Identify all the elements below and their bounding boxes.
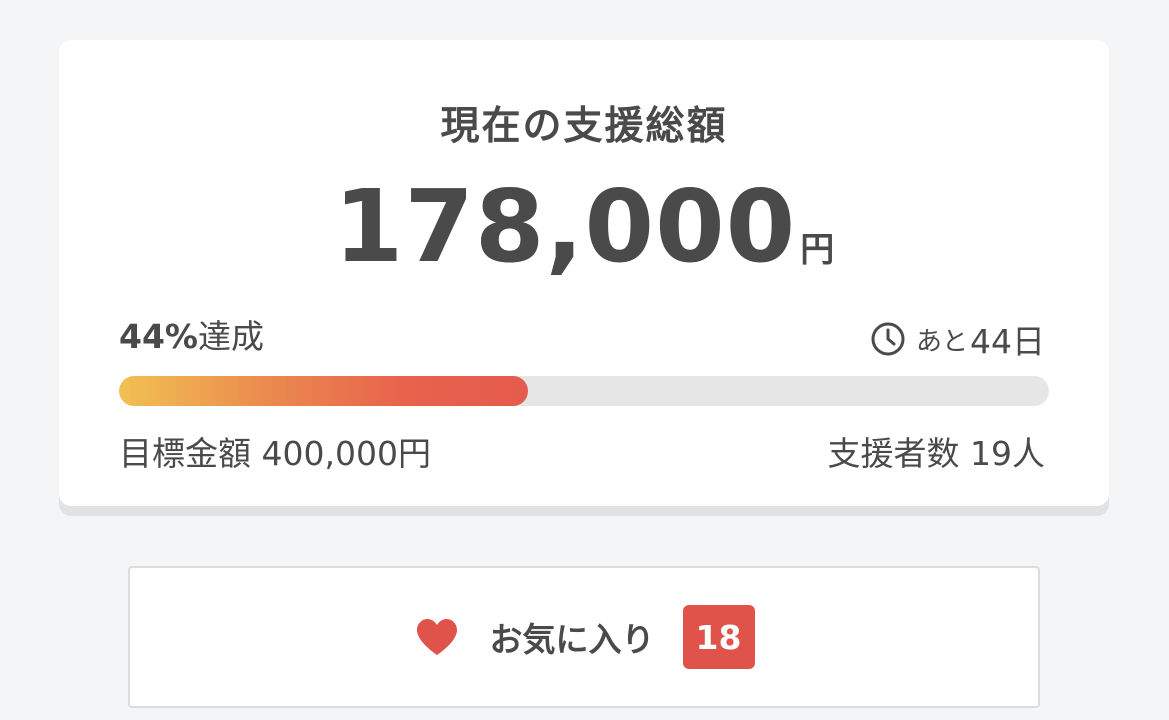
total-amount-unit: 円	[800, 230, 835, 270]
goal-amount: 目標金額 400,000円	[119, 434, 431, 473]
clock-icon	[871, 322, 905, 356]
progress-bar-fill	[119, 376, 529, 406]
progress-bar	[119, 376, 1049, 406]
achievement-label: 達成	[198, 317, 264, 356]
achievement-rate: 44%達成	[119, 310, 264, 358]
remaining-days: あと 44日	[870, 315, 1045, 363]
funding-summary-card: 現在の支援総額 178,000 円 44%達成 あと 44日 目標金額 400,00…	[59, 40, 1109, 506]
remaining-days-value: 44日	[970, 322, 1045, 361]
favorite-button[interactable]: お気に入り 18	[128, 566, 1040, 708]
achievement-percent: 44%	[119, 317, 198, 356]
total-amount: 178,000	[333, 168, 797, 285]
favorite-label: お気に入り	[489, 620, 655, 659]
heart-icon	[416, 619, 457, 655]
favorite-count-badge: 18	[682, 605, 755, 669]
backer-count: 支援者数 19人	[827, 434, 1045, 473]
remaining-prefix: あと	[915, 326, 968, 357]
funding-title: 現在の支援総額	[440, 104, 728, 149]
total-amount-row: 178,000 円	[59, 172, 1109, 282]
